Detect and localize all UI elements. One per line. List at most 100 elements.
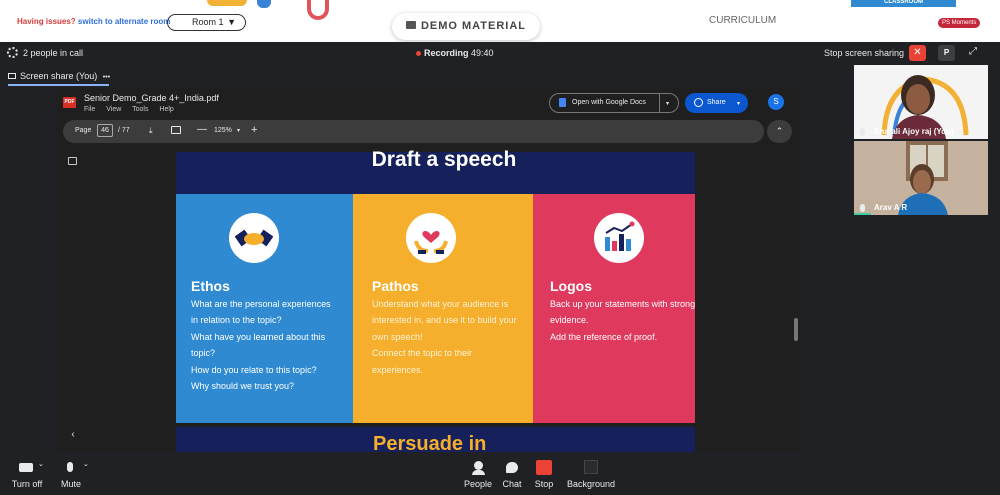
avatar[interactable]: S — [768, 94, 784, 110]
screen-share-tab[interactable]: Screen share (You) ••• — [8, 71, 110, 81]
recording-status: Recording 49:40 — [424, 48, 494, 58]
chevron-down-icon[interactable]: ▾ — [737, 100, 740, 107]
chat-button[interactable]: Chat — [500, 479, 524, 489]
people-count: 2 people in call — [23, 48, 84, 58]
pathos-line: own speech! — [372, 331, 423, 342]
microphone-icon — [860, 204, 865, 212]
classroom-header: Having issues? switch to alternate room … — [0, 0, 1000, 42]
zoom-level[interactable]: 125% — [214, 127, 232, 134]
folder-icon — [405, 21, 416, 29]
pathos-line: Understand what your audience is — [372, 299, 509, 309]
ethos-heading: Ethos — [191, 278, 230, 294]
ps-moments-button[interactable]: PS Moments — [938, 18, 981, 28]
people-icon-body — [472, 470, 485, 475]
menu-view[interactable]: View — [106, 106, 121, 113]
menu-tools[interactable]: Tools — [132, 106, 148, 113]
next-slide-title: Persuade in — [373, 433, 487, 452]
header-decoration — [257, 0, 271, 8]
menu-help[interactable]: Help — [159, 106, 173, 113]
divider — [659, 94, 660, 112]
more-options-icon[interactable]: ••• — [103, 74, 110, 81]
logos-heading: Logos — [550, 278, 592, 294]
room-value: Room 1 — [192, 17, 224, 27]
recording-label: Recording — [424, 48, 469, 58]
ethos-body: What are the personal experiences in rel… — [191, 296, 341, 394]
chevron-down-icon[interactable]: ⌄ — [38, 460, 44, 468]
pdf-menu-bar: File View Tools Help — [84, 106, 183, 113]
logos-line: Add the reference of proof. — [550, 331, 658, 342]
logos-line: evidence. — [550, 315, 589, 326]
pdf-title: Senior Demo_Grade 4+_India.pdf — [84, 93, 219, 103]
page-label: Page — [75, 127, 92, 134]
header-decoration — [207, 0, 247, 6]
microphone-icon[interactable] — [67, 462, 73, 472]
recording-time: 49:40 — [471, 48, 494, 58]
room-dropdown[interactable]: Room 1 ▼ — [167, 14, 246, 31]
pdf-toolbar — [63, 120, 764, 143]
pathos-line: experiences. — [372, 364, 424, 375]
globe-icon — [694, 98, 703, 107]
page-total: / 77 — [118, 127, 130, 134]
menu-file[interactable]: File — [84, 106, 95, 113]
print-icon[interactable] — [171, 126, 181, 134]
issue-notice: Having issues? switch to alternate room — [17, 17, 170, 26]
chevron-down-icon[interactable]: ▾ — [237, 127, 240, 134]
page-number-input[interactable]: 46 — [97, 124, 113, 137]
background-icon[interactable] — [584, 460, 598, 474]
logos-body: Back up your statements with strong evid… — [550, 296, 695, 345]
ethos-line: How do you relate to this topic? — [191, 364, 317, 375]
chat-icon[interactable] — [506, 462, 518, 473]
microphone-icon — [860, 128, 865, 136]
thumbnail-icon[interactable] — [68, 157, 77, 165]
alternate-room-link[interactable]: switch to alternate room — [78, 17, 170, 26]
ethos-line: in relation to the topic? — [191, 315, 282, 326]
speaking-indicator — [854, 213, 871, 215]
ethos-line: topic? — [191, 348, 216, 359]
chevron-down-icon[interactable]: ⌄ — [83, 460, 89, 468]
people-button[interactable]: People — [462, 479, 494, 489]
pathos-line: Connect the topic to their — [372, 348, 473, 359]
zoom-in-button[interactable]: + — [251, 124, 257, 136]
pip-button[interactable]: P — [938, 45, 955, 61]
slide-title: Draft a speech — [371, 148, 517, 171]
google-docs-icon — [559, 98, 566, 107]
ethos-line: What are the personal experiences — [191, 299, 331, 309]
ethos-line: What have you learned about this — [191, 331, 326, 342]
zoom-out-button[interactable]: — — [197, 124, 207, 135]
heart-hands-icon — [406, 213, 456, 263]
expand-icon[interactable]: ⤢ — [967, 46, 979, 58]
next-slide-preview: Persuade in — [176, 427, 695, 452]
classroom-tab[interactable]: CLASSROOM — [851, 0, 956, 7]
issue-prefix: Having issues? — [17, 17, 76, 26]
analytics-chart-icon — [594, 213, 644, 263]
pathos-line: interested in, and use it to build your — [372, 315, 517, 326]
logos-line: Back up your statements with strong — [550, 299, 696, 309]
pathos-body: Understand what your audience is interes… — [372, 296, 522, 378]
people-icon[interactable] — [474, 461, 483, 470]
stop-button[interactable]: Stop — [532, 479, 556, 489]
pathos-heading: Pathos — [372, 278, 419, 294]
demo-material-button[interactable]: DEMO MATERIAL — [392, 13, 540, 40]
participant-name: Shafali Ajoy raj (You) — [874, 127, 954, 136]
curriculum-link[interactable]: CURRICULUM — [709, 15, 776, 26]
ethos-line: Why should we trust you? — [191, 381, 295, 392]
download-icon[interactable]: ⤓ — [149, 126, 153, 136]
background-button[interactable]: Background — [565, 479, 617, 489]
mute-button[interactable]: Mute — [58, 479, 84, 489]
stop-sharing-button[interactable]: ✕ — [909, 45, 926, 61]
active-tab-indicator — [8, 84, 109, 86]
screen-share-label: Screen share (You) — [20, 71, 98, 81]
collapse-toolbar-button[interactable]: ⌃ — [767, 120, 792, 143]
stop-sharing-label: Stop screen sharing — [824, 48, 905, 58]
camera-icon[interactable] — [19, 463, 33, 472]
chevron-down-icon[interactable]: ▾ — [666, 100, 669, 107]
stop-share-icon[interactable] — [536, 460, 552, 475]
screen-share-icon — [8, 73, 16, 79]
header-decoration — [307, 0, 329, 20]
recording-dot-icon — [416, 51, 421, 56]
scrollbar[interactable] — [794, 318, 798, 341]
chevron-down-icon: ▼ — [227, 17, 236, 27]
turn-off-camera-button[interactable]: Turn off — [10, 479, 44, 489]
chevron-left-icon[interactable]: ‹ — [66, 428, 80, 442]
gear-icon[interactable] — [7, 47, 18, 58]
